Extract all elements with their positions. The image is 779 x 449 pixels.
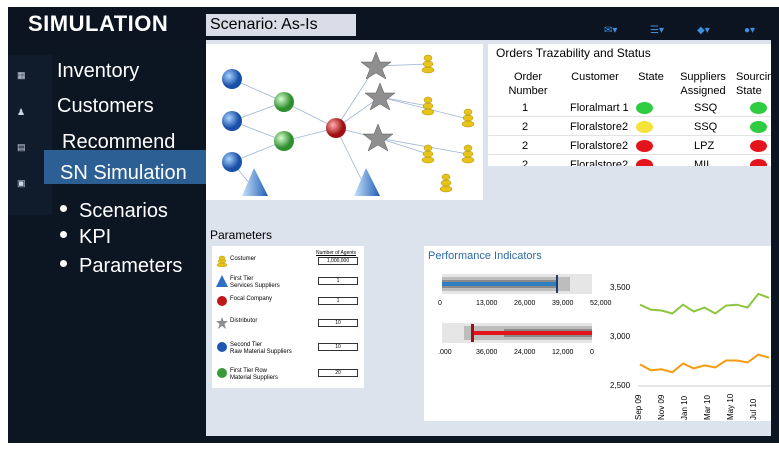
table-row[interactable]: 1 Floralmart 1 SSQ [488, 100, 771, 117]
star-icon [360, 51, 392, 80]
state-indicator [636, 140, 653, 152]
series-line-0 [639, 292, 770, 315]
parameters-heading: Parameters [210, 228, 273, 242]
blue-sphere-icon [222, 152, 242, 172]
network-svg [222, 51, 475, 196]
nav-customers[interactable]: Customers [57, 95, 154, 118]
sourcing-indicator [750, 121, 767, 133]
green-sphere-icon [274, 92, 294, 112]
sub-nav-parameters[interactable]: Parameters [60, 255, 182, 278]
stack-icon [421, 96, 435, 116]
cone-icon [216, 274, 228, 292]
stack-icon [461, 108, 475, 128]
table-icon[interactable]: ▣ [17, 178, 26, 189]
state-indicator [636, 159, 653, 166]
list-icon[interactable]: ☰▾ [650, 25, 664, 36]
cone-icon [242, 168, 268, 196]
nav-inventory[interactable]: Inventory [57, 60, 139, 83]
blue-sphere-icon [222, 69, 242, 89]
order-number: 2 [522, 121, 529, 133]
bullet-icon [60, 260, 67, 268]
supplier-code: LPZ [694, 140, 715, 152]
parameter-label: Distributor [230, 318, 258, 324]
bullet-icon [60, 231, 67, 239]
agents-column-header: Number of Agents [316, 250, 357, 256]
col-state: State [638, 71, 664, 83]
supplier-code: MIL [694, 159, 713, 166]
state-indicator [636, 102, 653, 114]
green-sphere-icon [274, 131, 294, 151]
orders-table: Orders Trazability and Status Order Numb… [488, 44, 771, 166]
star-icon [364, 82, 396, 111]
col-sourcing-state: Sourcing State [736, 71, 771, 97]
col-suppliers-assigned: Suppliers Assigned [680, 71, 726, 97]
scenario-label[interactable]: Scenario: As-Is [206, 14, 356, 36]
mail-icon[interactable]: ✉▾ [604, 25, 617, 36]
order-number: 2 [522, 159, 529, 166]
sub-nav-scenarios[interactable]: Scenarios [60, 200, 168, 223]
network-links [231, 63, 469, 190]
parameter-label: Focal Company [230, 296, 273, 302]
performance-panel: Performance Indicators 0 13,000 26,000 39,0… [424, 246, 771, 421]
parameter-label: First Tier Services Suppliers [230, 276, 280, 289]
order-number: 2 [522, 140, 529, 152]
sourcing-indicator [750, 159, 767, 166]
line-chart [638, 292, 771, 387]
parameter-value-input[interactable]: 1 [318, 297, 358, 305]
customer-name: Floralstore2 [570, 140, 629, 152]
stack-icon [421, 144, 435, 164]
supplier-code: SSQ [694, 102, 718, 114]
stack-icon [439, 173, 453, 193]
green-sphere-icon [216, 366, 228, 384]
parameter-label: Costumer [230, 256, 257, 262]
stack-icon [216, 254, 228, 272]
red-sphere-icon [326, 118, 346, 138]
col-customer: Customer [571, 71, 619, 83]
nav-sn-simulation[interactable]: SN Simulation [60, 162, 187, 185]
blue-sphere-icon [216, 340, 228, 358]
parameter-label: Second Tier Raw Material Suppliers [230, 342, 292, 355]
user-icon[interactable]: ♟ [17, 107, 25, 118]
parameter-value-input[interactable]: 1 [318, 277, 358, 285]
series-line-1 [639, 353, 770, 374]
parameter-label: First Tier Row Material Suppliers [230, 368, 279, 381]
parameter-value-input[interactable]: 10 [318, 319, 358, 327]
customer-name: Floralstore2 [570, 121, 629, 133]
app-title: SIMULATION [28, 11, 169, 36]
chart-icon[interactable]: ▤ [17, 142, 26, 153]
red-sphere-icon [216, 294, 228, 312]
table-row[interactable]: 2 Floralstore2 LPZ [488, 138, 771, 155]
parameter-value-input[interactable]: 20 [318, 369, 358, 377]
order-number: 1 [522, 102, 529, 114]
star-icon [362, 123, 394, 152]
user-icon[interactable]: ●▾ [744, 25, 755, 36]
sourcing-indicator [750, 102, 767, 114]
customer-name: Floralmart 1 [570, 102, 629, 114]
bullet-icon [60, 205, 67, 213]
stack-icon [421, 54, 435, 74]
parameters-panel: Number of Agents Costumer 1,000,000 First … [212, 246, 364, 388]
supplier-code: SSQ [694, 121, 718, 133]
orders-title: Orders Trazability and Status [496, 46, 651, 60]
table-row[interactable]: 2 Floralstore2 SSQ [488, 119, 771, 136]
parameter-value-input[interactable]: 1,000,000 [318, 257, 358, 265]
stack-icon [461, 144, 475, 164]
sub-nav-kpi[interactable]: KPI [60, 226, 111, 249]
state-indicator [636, 121, 653, 133]
table-row[interactable]: 2 Floralstore2 MIL [488, 157, 771, 166]
blue-sphere-icon [222, 111, 242, 131]
bell-icon[interactable]: ◆▾ [697, 25, 710, 36]
col-order-number: Order Number [508, 71, 548, 97]
sourcing-indicator [750, 140, 767, 152]
star-icon [216, 316, 228, 334]
nav-recommend[interactable]: Recommend [62, 131, 175, 154]
supply-network-diagram [206, 44, 483, 200]
parameter-value-input[interactable]: 10 [318, 343, 358, 351]
customer-name: Floralstore2 [570, 159, 629, 166]
icon-rail [8, 55, 52, 215]
grid-icon[interactable]: ▦ [17, 70, 26, 81]
